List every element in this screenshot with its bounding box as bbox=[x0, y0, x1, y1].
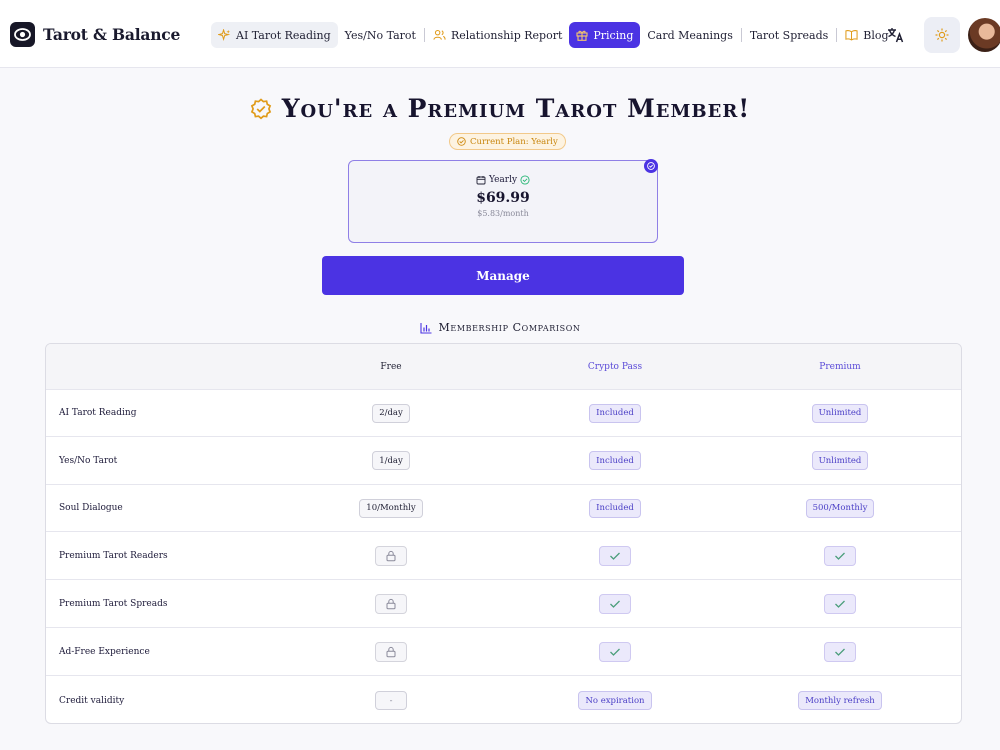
lock-icon bbox=[375, 545, 407, 566]
gift-icon bbox=[576, 30, 588, 41]
feature-label: AI Tarot Reading bbox=[59, 408, 137, 418]
table-row: Credit validity - No expiration Monthly … bbox=[46, 676, 961, 723]
header-actions bbox=[882, 17, 1000, 53]
table-header-row: Free Crypto Pass Premium bbox=[46, 344, 961, 390]
table-row: Yes/No Tarot 1/day Included Unlimited bbox=[46, 437, 961, 485]
premium-value-badge: 500/Monthly bbox=[805, 498, 875, 518]
nav-ai-tarot-reading[interactable]: AI Tarot Reading bbox=[211, 22, 338, 48]
crypto-value-badge: Included bbox=[589, 403, 641, 423]
users-icon bbox=[433, 29, 446, 40]
check-icon bbox=[599, 545, 631, 566]
free-value-badge: - bbox=[375, 691, 407, 710]
plan-price: $69.99 bbox=[476, 190, 530, 206]
table-row: Soul Dialogue 10/Monthly Included 500/Mo… bbox=[46, 485, 961, 532]
current-plan-badge: Current Plan: Yearly bbox=[449, 133, 566, 150]
comparison-title-row: Membership Comparison bbox=[0, 321, 1000, 334]
main-nav: AI Tarot Reading Yes/No Tarot Relationsh… bbox=[211, 22, 896, 48]
nav-label: Yes/No Tarot bbox=[344, 28, 416, 42]
column-header-free: Free bbox=[380, 361, 402, 372]
plan-name-row: Yearly bbox=[349, 175, 657, 185]
lock-icon bbox=[375, 641, 407, 662]
selected-check-icon bbox=[644, 159, 658, 173]
feature-label: Ad-Free Experience bbox=[59, 646, 150, 657]
top-header: Tarot & Balance AI Tarot Reading Yes/No … bbox=[0, 0, 1000, 68]
calendar-icon bbox=[476, 176, 486, 185]
nav-relationship-report[interactable]: Relationship Report bbox=[426, 22, 569, 48]
comparison-title: Membership Comparison bbox=[438, 321, 581, 334]
nav-pricing[interactable]: Pricing bbox=[569, 22, 641, 48]
user-avatar[interactable] bbox=[968, 18, 1000, 52]
membership-comparison-table: Free Crypto Pass Premium AI Tarot Readin… bbox=[45, 343, 962, 724]
manage-button[interactable]: Manage bbox=[322, 256, 684, 295]
feature-label: Premium Tarot Readers bbox=[59, 550, 168, 561]
nav-card-meanings[interactable]: Card Meanings bbox=[640, 22, 739, 48]
sparkle-icon bbox=[218, 28, 231, 41]
nav-label: Relationship Report bbox=[450, 28, 563, 42]
nav-label: Pricing bbox=[593, 28, 634, 42]
free-value-badge: 10/Monthly bbox=[359, 498, 423, 518]
column-header-premium: Premium bbox=[819, 361, 861, 372]
feature-label: Credit validity bbox=[59, 695, 125, 706]
premium-value-badge: Monthly refresh bbox=[798, 691, 882, 710]
plan-card-yearly[interactable]: Yearly $69.99 $5.83/month bbox=[348, 159, 658, 243]
nav-label: Card Meanings bbox=[647, 28, 733, 42]
table-row: Ad-Free Experience bbox=[46, 628, 961, 676]
page-title: You're a Premium Tarot Member! bbox=[281, 94, 751, 123]
check-icon bbox=[599, 593, 631, 614]
theme-toggle-button[interactable] bbox=[924, 17, 960, 53]
feature-label: Yes/No Tarot bbox=[59, 455, 118, 466]
crypto-value-badge: No expiration bbox=[578, 691, 652, 710]
feature-label: Premium Tarot Spreads bbox=[59, 598, 168, 609]
brand-logo[interactable]: Tarot & Balance bbox=[10, 22, 180, 47]
table-row: Premium Tarot Readers bbox=[46, 532, 961, 580]
feature-label: Soul Dialogue bbox=[59, 503, 123, 513]
nav-label: AI Tarot Reading bbox=[236, 28, 331, 42]
table-row: AI Tarot Reading 2/day Included Unlimite… bbox=[46, 390, 961, 437]
plan-per-month: $5.83/month bbox=[477, 209, 529, 218]
crypto-value-badge: Included bbox=[589, 498, 641, 518]
check-circle-icon bbox=[520, 175, 530, 185]
lock-icon bbox=[375, 593, 407, 614]
premium-value-badge: Unlimited bbox=[811, 451, 869, 470]
check-icon bbox=[824, 545, 856, 566]
plan-name: Yearly bbox=[488, 175, 518, 185]
check-icon bbox=[824, 593, 856, 614]
premium-value-badge: Unlimited bbox=[811, 403, 869, 423]
eye-logo-icon bbox=[10, 22, 35, 47]
crypto-value-badge: Included bbox=[589, 451, 641, 470]
free-value-badge: 2/day bbox=[372, 403, 410, 423]
sun-icon bbox=[935, 28, 949, 42]
verified-badge-icon bbox=[250, 97, 271, 119]
check-icon bbox=[824, 641, 856, 662]
nav-tarot-spreads[interactable]: Tarot Spreads bbox=[743, 22, 835, 48]
page-title-row: You're a Premium Tarot Member! bbox=[0, 94, 1000, 123]
nav-label: Tarot Spreads bbox=[749, 28, 829, 42]
brand-name: Tarot & Balance bbox=[43, 25, 181, 44]
free-value-badge: 1/day bbox=[372, 451, 410, 470]
translate-icon bbox=[888, 28, 904, 43]
bar-chart-icon bbox=[419, 322, 432, 334]
check-circle-icon bbox=[457, 137, 466, 146]
nav-divider bbox=[740, 28, 742, 42]
table-row: Premium Tarot Spreads bbox=[46, 580, 961, 628]
nav-divider bbox=[836, 28, 838, 42]
nav-yes-no-tarot[interactable]: Yes/No Tarot bbox=[338, 22, 423, 48]
nav-divider bbox=[423, 28, 425, 42]
check-icon bbox=[599, 641, 631, 662]
column-header-crypto-pass: Crypto Pass bbox=[587, 361, 643, 372]
translate-button[interactable] bbox=[882, 21, 910, 49]
book-icon bbox=[845, 30, 858, 41]
current-plan-label: Current Plan: Yearly bbox=[470, 136, 558, 147]
